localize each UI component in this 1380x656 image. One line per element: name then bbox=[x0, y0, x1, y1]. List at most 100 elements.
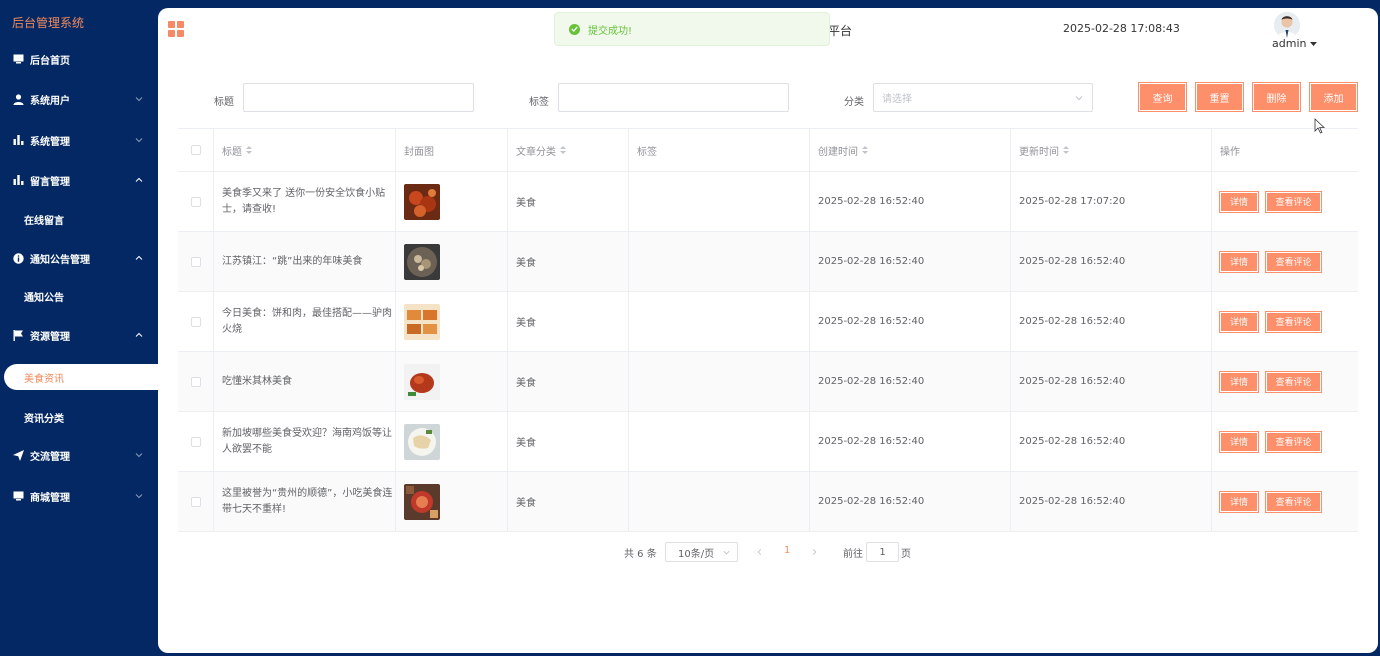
delete-button[interactable]: 删除 bbox=[1252, 82, 1301, 112]
sidebar-item-home[interactable]: 后台首页 bbox=[0, 41, 158, 77]
updated-cell: 2025-02-28 16:52:40 bbox=[1011, 412, 1212, 471]
created-cell: 2025-02-28 16:52:40 bbox=[810, 292, 1011, 351]
detail-button[interactable]: 详情 bbox=[1219, 310, 1259, 333]
success-toast: 提交成功! bbox=[554, 12, 830, 46]
detail-button[interactable]: 详情 bbox=[1219, 430, 1259, 453]
add-button[interactable]: 添加 bbox=[1309, 82, 1358, 112]
title-search-input[interactable] bbox=[243, 83, 474, 112]
chevron-down-icon bbox=[135, 494, 143, 499]
cover-cell bbox=[396, 292, 508, 351]
sidebar-item-mall-manage[interactable]: 商城管理 bbox=[0, 478, 158, 514]
pagination-total: 共 6 条 bbox=[624, 549, 657, 560]
table-row: 江苏镇江：“跳”出来的年味美食 美食 2025-02-28 16:52:40 2… bbox=[178, 232, 1358, 292]
next-page-icon[interactable] bbox=[810, 547, 819, 557]
sidebar-item-notice-manage[interactable]: 通知公告管理 bbox=[0, 240, 158, 276]
category-cell: 美食 bbox=[508, 232, 629, 291]
title-cell: 今日美食：饼和肉，最佳搭配——驴肉火烧 bbox=[214, 292, 396, 351]
cover-image[interactable] bbox=[404, 183, 440, 220]
header-category-col[interactable]: 文章分类 bbox=[508, 129, 629, 171]
sidebar-item-label: 资讯分类 bbox=[24, 413, 64, 425]
row-title: 江苏镇江：“跳”出来的年味美食 bbox=[222, 255, 363, 267]
row-checkbox[interactable] bbox=[190, 496, 201, 507]
row-select-cell bbox=[178, 172, 214, 231]
detail-button[interactable]: 详情 bbox=[1219, 370, 1259, 393]
reset-button[interactable]: 重置 bbox=[1195, 82, 1244, 112]
header-label: 操作 bbox=[1220, 146, 1240, 158]
avatar[interactable] bbox=[1274, 12, 1300, 38]
cover-image[interactable] bbox=[404, 363, 440, 400]
header-tag-col: 标签 bbox=[629, 129, 810, 171]
caret-down-icon bbox=[1309, 42, 1317, 46]
bar-chart-icon bbox=[13, 175, 24, 186]
view-comments-button[interactable]: 查看评论 bbox=[1265, 370, 1322, 393]
row-checkbox[interactable] bbox=[190, 316, 201, 327]
select-all-checkbox[interactable] bbox=[190, 145, 201, 155]
tag-search-input[interactable] bbox=[558, 83, 789, 112]
sidebar-item-label: 系统用户 bbox=[30, 95, 70, 107]
sidebar-item-label: 资源管理 bbox=[30, 331, 70, 343]
tag-cell bbox=[629, 412, 810, 471]
header-title-col[interactable]: 标题 bbox=[214, 129, 396, 171]
category-select[interactable]: 请选择 bbox=[873, 83, 1093, 112]
sidebar-item-label: 系统管理 bbox=[30, 136, 70, 148]
page-size-select[interactable]: 10条/页 bbox=[665, 542, 738, 562]
sidebar-item-system-users[interactable]: 系统用户 bbox=[0, 81, 158, 117]
row-select-cell bbox=[178, 292, 214, 351]
ops-cell: 详情 查看评论 bbox=[1212, 232, 1358, 291]
view-comments-button[interactable]: 查看评论 bbox=[1265, 310, 1322, 333]
header-created-col[interactable]: 创建时间 bbox=[810, 129, 1011, 171]
sidebar-item-message-manage[interactable]: 留言管理 bbox=[0, 162, 158, 198]
tag-cell bbox=[629, 472, 810, 531]
filter-title-label: 标题 bbox=[214, 97, 234, 108]
updated-cell: 2025-02-28 16:52:40 bbox=[1011, 352, 1212, 411]
sort-icon[interactable] bbox=[560, 145, 566, 155]
row-checkbox[interactable] bbox=[190, 376, 201, 387]
sort-icon[interactable] bbox=[862, 145, 868, 155]
cover-image[interactable] bbox=[404, 303, 440, 340]
header-title: 平台 bbox=[828, 24, 853, 38]
goto-page-input[interactable]: 1 bbox=[866, 542, 899, 562]
user-menu[interactable]: admin bbox=[1272, 37, 1317, 50]
sort-icon[interactable] bbox=[1063, 145, 1069, 155]
sidebar-item-exchange-manage[interactable]: 交流管理 bbox=[0, 437, 158, 473]
sidebar-item-news-category[interactable]: 资讯分类 bbox=[0, 399, 158, 435]
send-icon bbox=[13, 449, 24, 461]
sort-icon[interactable] bbox=[246, 145, 252, 155]
cover-image[interactable] bbox=[404, 483, 440, 520]
sidebar-item-label: 在线留言 bbox=[24, 215, 64, 227]
detail-button[interactable]: 详情 bbox=[1219, 490, 1259, 513]
chevron-down-icon bbox=[135, 97, 143, 102]
view-comments-button[interactable]: 查看评论 bbox=[1265, 490, 1322, 513]
cover-image[interactable] bbox=[404, 243, 440, 280]
detail-button[interactable]: 详情 bbox=[1219, 190, 1259, 213]
grid-menu-icon[interactable] bbox=[168, 21, 184, 37]
sidebar-item-online-message[interactable]: 在线留言 bbox=[0, 201, 158, 237]
sidebar-item-notice[interactable]: 通知公告 bbox=[0, 278, 158, 314]
updated-cell: 2025-02-28 17:07:20 bbox=[1011, 172, 1212, 231]
filter-tag-label: 标签 bbox=[529, 97, 549, 108]
category-cell: 美食 bbox=[508, 352, 629, 411]
main-panel: 平台 2025-02-28 17:08:43 admin 提交成功! 标题 标签… bbox=[158, 8, 1378, 653]
view-comments-button[interactable]: 查看评论 bbox=[1265, 430, 1322, 453]
prev-page-icon[interactable] bbox=[755, 547, 764, 557]
query-button[interactable]: 查询 bbox=[1138, 82, 1187, 112]
sidebar-item-food-news[interactable]: 美食资讯 bbox=[4, 364, 158, 390]
view-comments-button[interactable]: 查看评论 bbox=[1265, 250, 1322, 273]
cover-cell bbox=[396, 472, 508, 531]
sidebar-item-resource-manage[interactable]: 资源管理 bbox=[0, 317, 158, 353]
row-checkbox[interactable] bbox=[190, 256, 201, 267]
view-comments-button[interactable]: 查看评论 bbox=[1265, 190, 1322, 213]
header-cover-col: 封面图 bbox=[396, 129, 508, 171]
row-checkbox[interactable] bbox=[190, 436, 201, 447]
cover-image[interactable] bbox=[404, 423, 440, 460]
header-updated-col[interactable]: 更新时间 bbox=[1011, 129, 1212, 171]
detail-button[interactable]: 详情 bbox=[1219, 250, 1259, 273]
header-label: 创建时间 bbox=[818, 146, 858, 158]
row-checkbox[interactable] bbox=[190, 196, 201, 207]
sidebar-item-system-manage[interactable]: 系统管理 bbox=[0, 122, 158, 158]
table-row: 吃懂米其林美食 美食 2025-02-28 16:52:40 2025-02-2… bbox=[178, 352, 1358, 412]
header-time: 2025-02-28 17:08:43 bbox=[1063, 22, 1180, 35]
page-number-current[interactable]: 1 bbox=[784, 545, 790, 556]
chevron-down-icon bbox=[1075, 96, 1083, 101]
row-title: 这里被誉为“贵州的顺德”，小吃美食连带七天不重样! bbox=[222, 487, 393, 515]
